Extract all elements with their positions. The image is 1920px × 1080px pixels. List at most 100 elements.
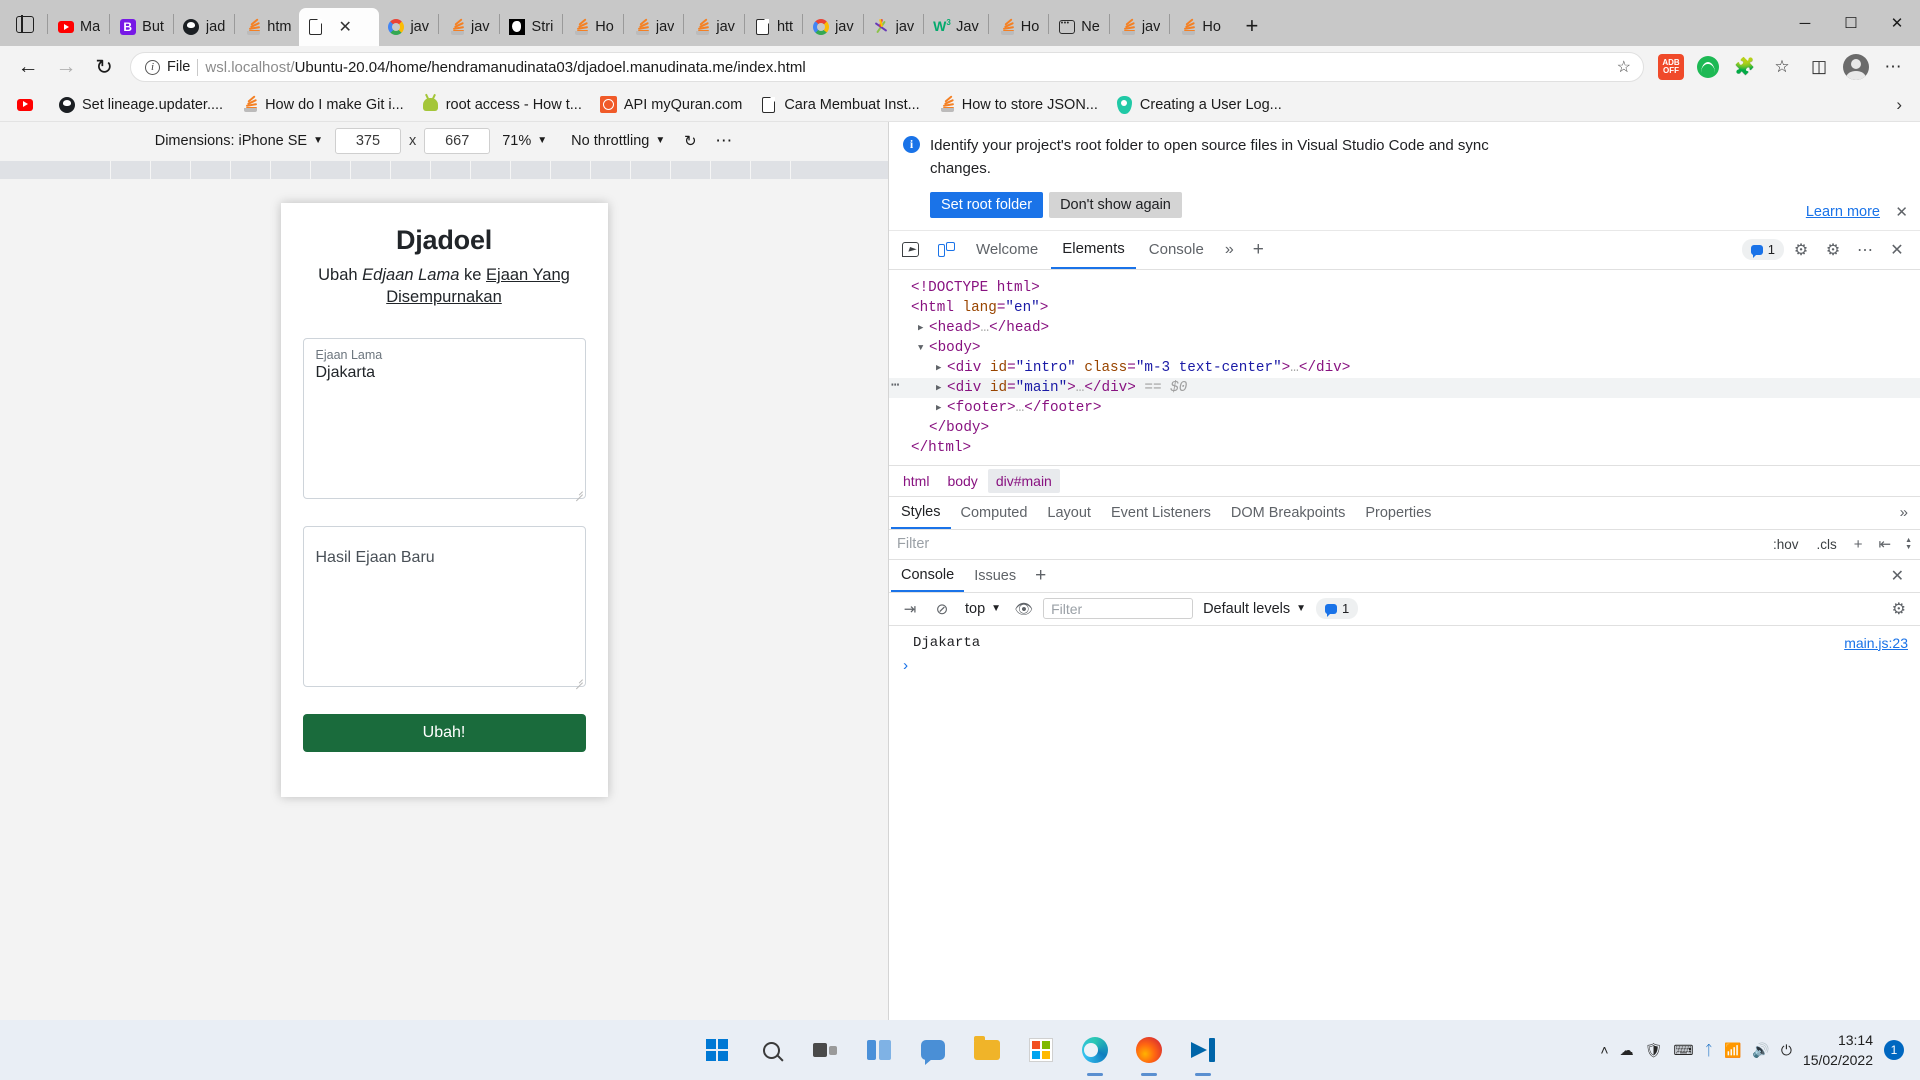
console-levels-selector[interactable]: Default levels ▼ [1199, 601, 1310, 617]
browser-tab[interactable]: Stri [501, 8, 562, 46]
console-source-link[interactable]: main.js:23 [1844, 635, 1908, 651]
cls-toggle[interactable]: .cls [1811, 535, 1841, 554]
address-bar[interactable]: i File wsl.localhost/Ubuntu-20.04/home/h… [130, 52, 1644, 82]
file-explorer[interactable] [967, 1030, 1007, 1070]
browser-tab[interactable]: Ho [564, 8, 622, 46]
more-style-tabs-icon[interactable]: » [1890, 504, 1918, 521]
old-spelling-textarea[interactable]: Ejaan Lama Djakarta [302, 337, 586, 499]
browser-tab[interactable]: Ho [990, 8, 1048, 46]
more-options-icon[interactable]: ⋯ [703, 131, 745, 151]
rotate-device-icon[interactable]: ↻ [677, 130, 703, 152]
microsoft-edge[interactable] [1075, 1030, 1115, 1070]
dom-node-row[interactable]: ▼ <body> [889, 338, 1920, 358]
console-context-selector[interactable]: top ▼ [961, 601, 1005, 617]
dom-node-row[interactable]: ⋯ ▶ <div id="main">…</div> == $0 [889, 377, 1920, 398]
tab-issues[interactable]: Issues [964, 560, 1026, 592]
dont-show-again-button[interactable]: Don't show again [1049, 191, 1182, 218]
zoom-selector[interactable]: 71% ▼ [490, 133, 559, 149]
start-button[interactable] [697, 1030, 737, 1070]
visual-studio-code[interactable] [1183, 1030, 1223, 1070]
resize-handle[interactable] [574, 487, 583, 496]
browser-tab[interactable]: W3 Jav [925, 8, 987, 46]
device-width-input[interactable]: 375 [334, 127, 401, 154]
device-emulation-icon[interactable] [929, 235, 963, 265]
settings-gear-icon[interactable]: ⚙ [1786, 236, 1816, 264]
close-icon[interactable]: ✕ [338, 17, 351, 37]
dom-tree[interactable]: <!DOCTYPE html> <html lang="en"> ▶ <head>…<… [889, 270, 1920, 466]
new-tab-button[interactable]: + [1235, 9, 1269, 43]
console-sidebar-icon[interactable]: ⇥ [897, 596, 923, 622]
browser-tab[interactable]: jav [440, 8, 498, 46]
console-filter-input[interactable]: Filter [1043, 598, 1194, 619]
bookmark-item[interactable] [8, 92, 48, 117]
firefox[interactable] [1129, 1030, 1169, 1070]
forward-button[interactable]: → [48, 51, 84, 83]
scroll-arrows-icon[interactable]: ▲ ▼ [1903, 537, 1912, 551]
styles-filter-input[interactable]: Filter [897, 536, 1760, 552]
inspect-element-icon[interactable] [893, 235, 927, 265]
browser-tab[interactable]: jav [865, 8, 923, 46]
browser-tab[interactable]: jav [379, 8, 437, 46]
extensions-icon[interactable]: 🧩 [1728, 51, 1762, 83]
close-window-button[interactable]: ✕ [1874, 0, 1920, 46]
maximize-button[interactable]: ☐ [1828, 0, 1874, 46]
bookmark-item[interactable]: root access - How t... [414, 92, 590, 117]
tab-console[interactable]: Console [1138, 231, 1215, 269]
customize-icon[interactable]: ⚙ [1818, 236, 1848, 264]
tab-computed[interactable]: Computed [951, 497, 1038, 529]
toggle-element-state-icon[interactable]: ⇤ [1874, 535, 1895, 553]
add-tab-button[interactable]: + [1244, 239, 1273, 261]
console-prompt[interactable]: › [889, 654, 1920, 679]
bookmark-item[interactable]: How to store JSON... [930, 92, 1106, 117]
dom-node-row[interactable]: <html lang="en"> [889, 298, 1920, 318]
tab-styles[interactable]: Styles [891, 497, 951, 529]
dom-node-row[interactable]: ▶ <div id="intro" class="m-3 text-center"… [889, 358, 1920, 378]
browser-tab[interactable]: jav [1111, 8, 1169, 46]
add-drawer-tab-button[interactable]: + [1026, 565, 1055, 587]
browser-tab[interactable]: Ho [1171, 8, 1229, 46]
set-root-folder-button[interactable]: Set root folder [930, 191, 1044, 218]
browser-tab[interactable]: B But [111, 8, 172, 46]
dom-node-row[interactable]: ▶ <head>…</head> [889, 318, 1920, 338]
widgets-button[interactable] [859, 1030, 899, 1070]
profile-avatar[interactable] [1839, 51, 1873, 83]
issues-badge[interactable]: 1 [1741, 239, 1784, 260]
microsoft-store[interactable] [1021, 1030, 1061, 1070]
task-view-button[interactable] [805, 1030, 845, 1070]
device-preset-selector[interactable]: Dimensions: iPhone SE ▼ [143, 133, 335, 149]
console-output[interactable]: Djakarta main.js:23 › [889, 626, 1920, 1021]
breadcrumb-div-main[interactable]: div#main [987, 468, 1060, 493]
hov-toggle[interactable]: :hov [1768, 535, 1804, 554]
collections-icon[interactable]: ◫ [1802, 51, 1836, 83]
adblock-icon[interactable]: ADB OFF [1654, 51, 1688, 83]
bookmark-item[interactable]: Set lineage.updater.... [50, 92, 231, 117]
browser-tab[interactable]: htt [746, 8, 801, 46]
dom-node-row[interactable]: <!DOCTYPE html> [889, 278, 1920, 298]
chevron-right-icon[interactable]: ▶ [918, 318, 923, 338]
submit-button[interactable]: Ubah! [302, 713, 586, 752]
chevron-right-icon[interactable]: ▶ [936, 398, 941, 418]
refresh-button[interactable]: ↻ [86, 51, 122, 83]
bluetooth-icon[interactable]: ᛏ [1705, 1042, 1713, 1058]
bookmark-item[interactable]: How do I make Git i... [233, 92, 412, 117]
tab-layout[interactable]: Layout [1037, 497, 1101, 529]
chevron-down-icon[interactable]: ▼ [918, 338, 923, 358]
tab-console-drawer[interactable]: Console [891, 560, 965, 592]
onedrive-icon[interactable]: ☁ [1620, 1042, 1634, 1059]
favorites-icon[interactable]: ☆ [1765, 51, 1799, 83]
browser-tab[interactable]: jav [685, 8, 743, 46]
search-button[interactable] [751, 1030, 791, 1070]
close-icon[interactable]: ✕ [1877, 566, 1918, 586]
browser-tab[interactable]: Ma [49, 8, 108, 46]
new-style-rule-button[interactable]: + [1850, 536, 1867, 553]
browser-tab[interactable]: Ne [1050, 8, 1108, 46]
back-button[interactable]: ← [10, 51, 46, 83]
chevron-right-icon[interactable]: ▶ [936, 358, 941, 378]
dom-node-row[interactable]: </html> [889, 438, 1920, 458]
resize-handle[interactable] [574, 675, 583, 684]
new-spelling-textarea[interactable]: Hasil Ejaan Baru [302, 525, 586, 687]
close-devtools-icon[interactable]: ✕ [1882, 236, 1912, 264]
browser-tab[interactable]: jad [175, 8, 233, 46]
more-tabs-icon[interactable]: » [1217, 241, 1242, 259]
volume-icon[interactable]: 🔊 [1752, 1042, 1769, 1059]
